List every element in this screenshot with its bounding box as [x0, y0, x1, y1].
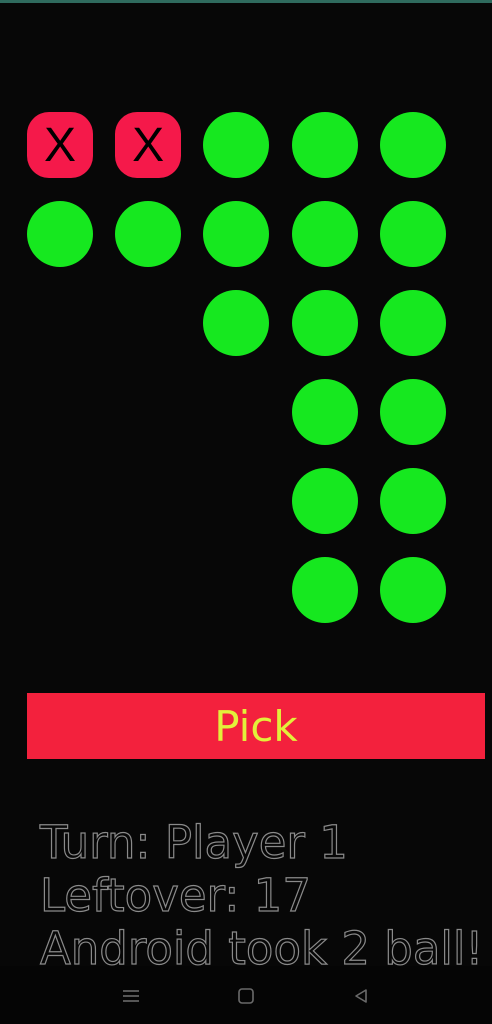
navigation-bar [0, 966, 492, 1024]
ball[interactable] [379, 290, 446, 356]
ball[interactable] [27, 201, 93, 267]
back-icon[interactable] [346, 984, 376, 1008]
ball[interactable] [291, 379, 358, 445]
status-panel: Turn: Player 1 Leftover: 17 Android took… [39, 815, 490, 975]
ball[interactable] [203, 112, 270, 178]
leftover-text: Leftover: 17 [39, 868, 311, 922]
ball[interactable] [379, 379, 446, 445]
ball[interactable] [291, 557, 358, 623]
ball[interactable] [291, 112, 358, 178]
ball[interactable] [379, 201, 446, 267]
pick-button-label: Pick [214, 701, 298, 751]
turn-text: Turn: Player 1 [39, 815, 348, 869]
ball[interactable] [379, 468, 446, 534]
ball[interactable] [291, 468, 358, 534]
ball[interactable] [203, 201, 270, 267]
taken-ball: X [115, 112, 182, 178]
taken-ball: X [27, 112, 93, 178]
ball[interactable] [379, 557, 446, 623]
taken-mark: X [132, 119, 165, 172]
menu-icon[interactable] [116, 984, 146, 1008]
ball-board: XX [0, 0, 492, 660]
ball[interactable] [379, 112, 446, 178]
pick-button[interactable]: Pick [27, 693, 485, 759]
ball[interactable] [115, 201, 182, 267]
ball[interactable] [203, 290, 270, 356]
taken-mark: X [43, 119, 76, 172]
home-icon[interactable] [231, 984, 261, 1008]
ball[interactable] [291, 201, 358, 267]
ball[interactable] [291, 290, 358, 356]
